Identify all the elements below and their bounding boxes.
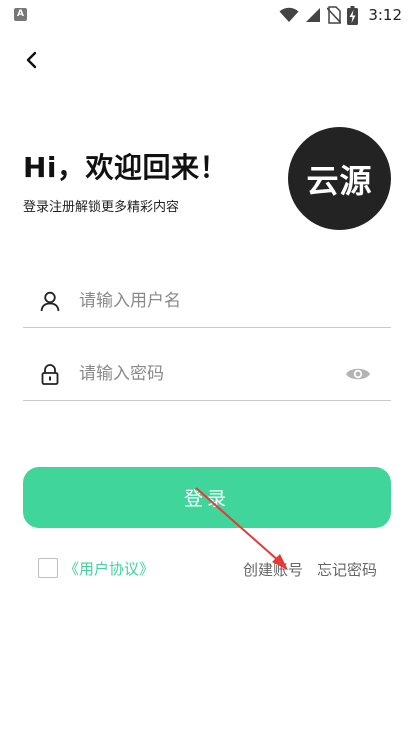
status-icons: 3:12 [279, 4, 402, 26]
password-input[interactable] [79, 357, 339, 391]
username-field [23, 278, 391, 328]
page-title: Hi，欢迎回来！ [23, 151, 229, 184]
status-time: 3:12 [368, 6, 402, 24]
login-button[interactable]: 登录 [23, 467, 391, 528]
lock-icon [41, 364, 59, 385]
battery-charging-icon [347, 5, 359, 25]
logo-text: 云源 [306, 161, 373, 200]
user-icon [40, 291, 60, 312]
forgot-password-link[interactable]: 忘记密码 [317, 559, 377, 580]
no-sim-icon [327, 6, 342, 24]
eye-icon[interactable] [345, 363, 371, 385]
status-bar: A 3:12 [0, 0, 414, 30]
agreement-checkbox[interactable] [38, 558, 58, 578]
username-input[interactable] [79, 284, 339, 318]
app-logo: 云源 [288, 127, 391, 230]
back-button[interactable] [18, 46, 46, 74]
agreement-row: 《用户协议》 [38, 557, 154, 579]
app-notification-icon: A [14, 8, 27, 21]
signal-icon [306, 8, 321, 22]
wifi-icon [279, 7, 299, 22]
create-account-link[interactable]: 创建账号 [243, 559, 303, 580]
password-field [23, 351, 391, 401]
chevron-left-icon [26, 51, 37, 69]
page-subtitle: 登录注册解锁更多精彩内容 [23, 200, 180, 215]
user-agreement-link[interactable]: 《用户协议》 [64, 558, 154, 579]
